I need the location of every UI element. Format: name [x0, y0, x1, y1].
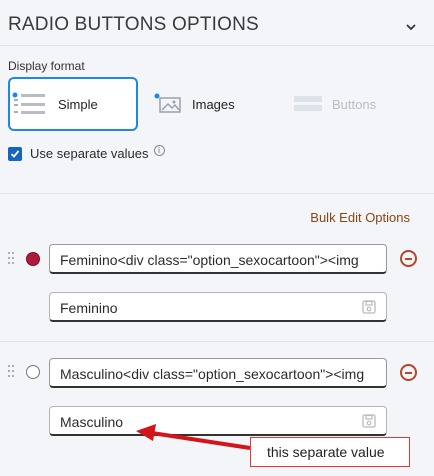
annotation-callout: this separate value — [250, 437, 410, 467]
annotation-arrow — [136, 424, 251, 450]
radio-options-panel: RADIO BUTTONS OPTIONS Display format Sim… — [0, 0, 434, 476]
